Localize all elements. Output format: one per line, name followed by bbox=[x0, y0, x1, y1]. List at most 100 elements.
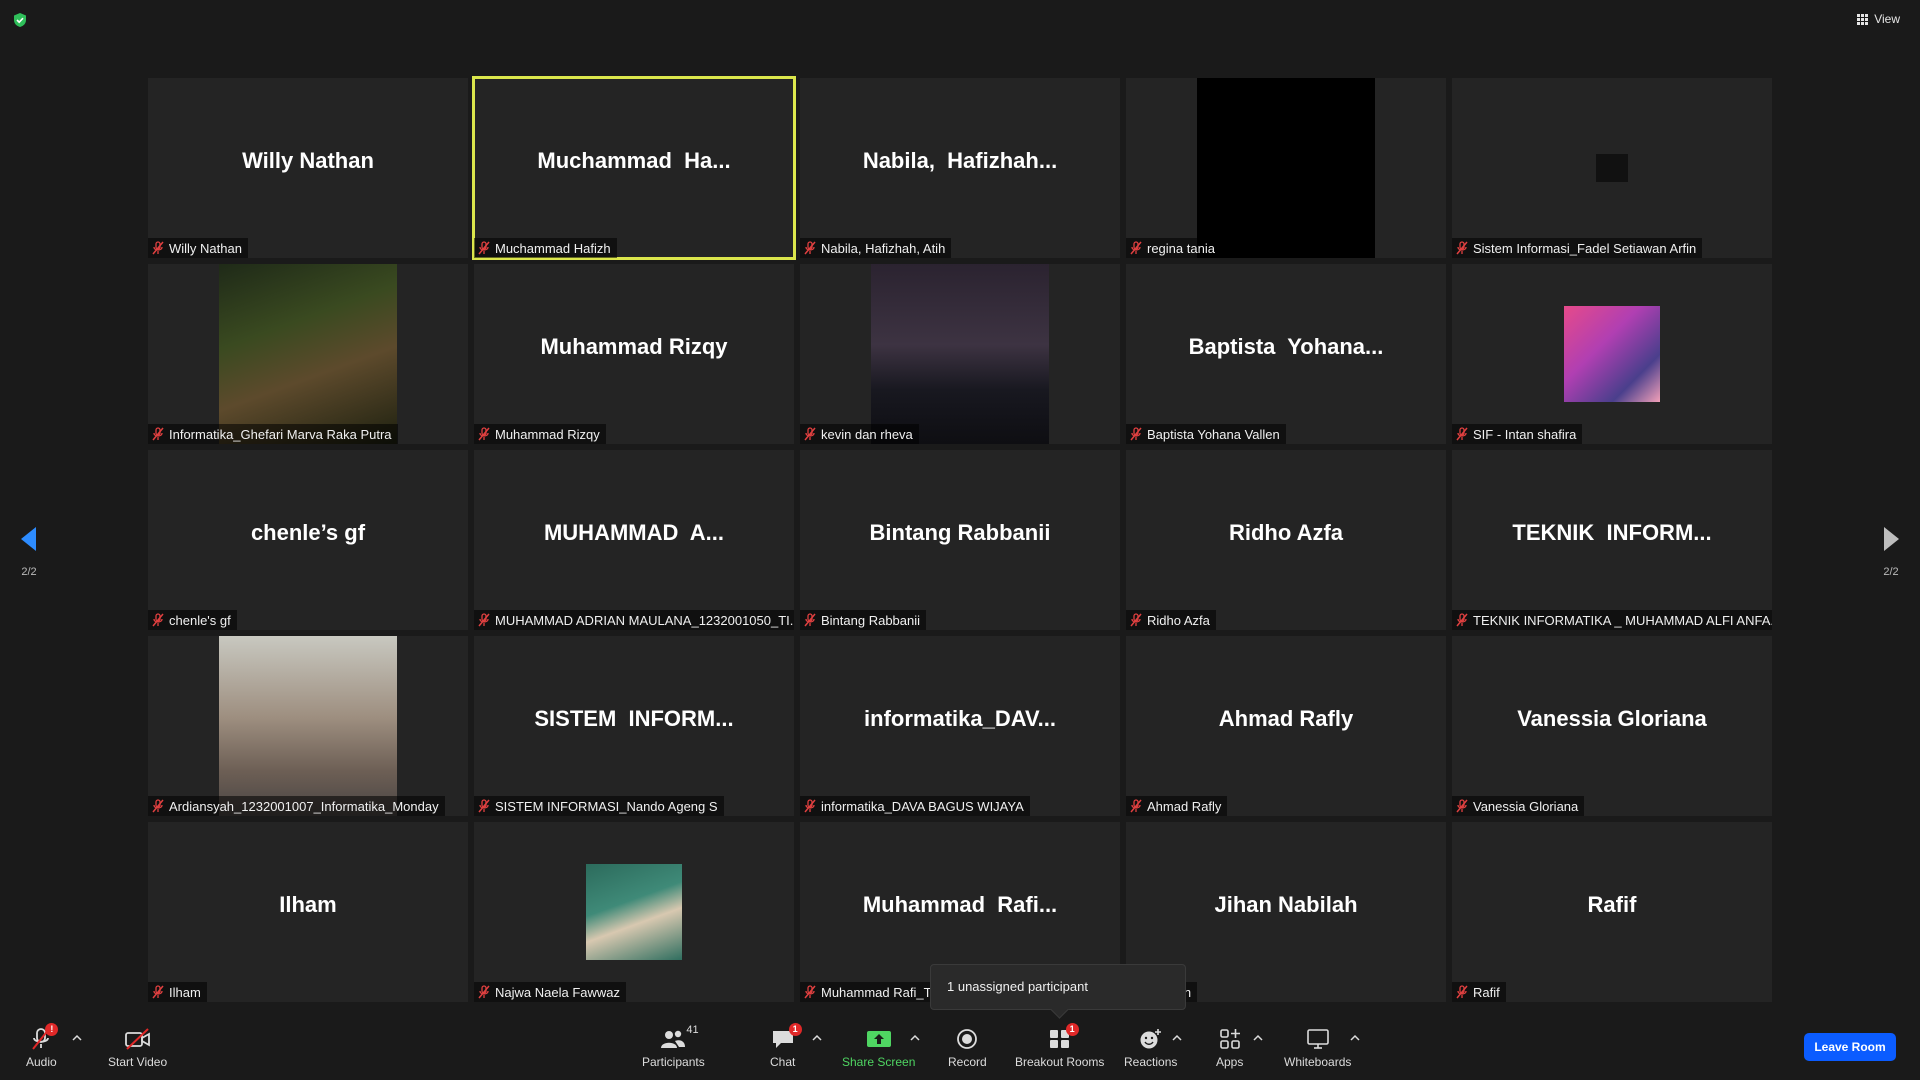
participant-tile[interactable]: Willy Nathan Willy Nathan bbox=[148, 78, 468, 258]
reactions-label: Reactions bbox=[1124, 1055, 1178, 1069]
muted-mic-icon bbox=[1456, 985, 1468, 999]
muted-mic-icon bbox=[804, 985, 816, 999]
gallery-grid-icon bbox=[1857, 13, 1869, 25]
participant-name-tag: Ilham bbox=[148, 982, 207, 1002]
participant-tile[interactable]: Ilham Ilham bbox=[148, 822, 468, 1002]
apps-button[interactable]: Apps bbox=[1216, 1026, 1243, 1069]
muted-mic-icon bbox=[478, 613, 490, 627]
participant-display-name: Rafif bbox=[1587, 892, 1637, 917]
share-screen-button[interactable]: Share Screen bbox=[842, 1026, 915, 1069]
participant-tile[interactable]: chenle’s gf chenle's gf bbox=[148, 450, 468, 630]
view-button[interactable]: View bbox=[1857, 12, 1900, 26]
participant-tile[interactable]: Najwa Naela Fawwaz bbox=[474, 822, 794, 1002]
participant-name: Bintang Rabbanii bbox=[821, 612, 921, 628]
participant-tile[interactable]: regina tania bbox=[1126, 78, 1446, 258]
participant-name: chenle's gf bbox=[169, 612, 231, 628]
muted-mic-icon bbox=[478, 427, 490, 441]
participant-tile[interactable]: Sistem Informasi_Fadel Setiawan Arfin bbox=[1452, 78, 1772, 258]
start-video-button[interactable]: Start Video bbox=[108, 1026, 167, 1069]
participant-video bbox=[871, 264, 1049, 444]
whiteboards-button[interactable]: Whiteboards bbox=[1284, 1026, 1351, 1069]
reactions-button[interactable]: Reactions bbox=[1124, 1026, 1177, 1069]
muted-mic-icon bbox=[152, 799, 164, 813]
participant-tile[interactable]: Muhammad Rizqy Muhammad Rizqy bbox=[474, 264, 794, 444]
participant-tile[interactable]: informatika_DAV... informatika_DAVA BAGUS… bbox=[800, 636, 1120, 816]
audio-button[interactable]: ! Audio bbox=[26, 1023, 59, 1069]
muted-mic-icon bbox=[804, 241, 816, 255]
participant-name: Muchammad Hafizh bbox=[495, 240, 611, 256]
chat-label: Chat bbox=[770, 1055, 796, 1069]
muted-mic-icon bbox=[478, 985, 490, 999]
participant-display-name: TEKNIK INFORM... bbox=[1512, 520, 1712, 545]
chat-options-caret-icon[interactable] bbox=[812, 1034, 822, 1042]
whiteboards-label: Whiteboards bbox=[1284, 1055, 1352, 1069]
participant-tile[interactable]: Baptista Yohana... Baptista Yohana Vallen bbox=[1126, 264, 1446, 444]
muted-mic-icon bbox=[1130, 241, 1142, 255]
muted-mic-icon bbox=[1130, 427, 1142, 441]
participant-video bbox=[219, 264, 397, 444]
participant-tile[interactable]: Ardiansyah_1232001007_Informatika_Monday bbox=[148, 636, 468, 816]
participant-name-tag: Baptista Yohana Vallen bbox=[1126, 424, 1286, 444]
reactions-options-caret-icon[interactable] bbox=[1172, 1034, 1182, 1042]
participant-tile[interactable]: Ridho Azfa Ridho Azfa bbox=[1126, 450, 1446, 630]
participant-name-tag: Ardiansyah_1232001007_Informatika_Monday bbox=[148, 796, 445, 816]
participant-name: SISTEM INFORMASI_Nando Ageng S bbox=[495, 798, 718, 814]
participant-video bbox=[1197, 78, 1375, 258]
breakout-rooms-button[interactable]: 1 Breakout Rooms bbox=[1015, 1023, 1105, 1069]
meeting-toolbar: ! Audio Start Video 41 Participants 1 Ch… bbox=[0, 1020, 1920, 1080]
muted-mic-icon bbox=[804, 613, 816, 627]
participant-tile[interactable]: SISTEM INFORM... SISTEM INFORMASI_Nando A… bbox=[474, 636, 794, 816]
whiteboards-options-caret-icon[interactable] bbox=[1350, 1034, 1360, 1042]
participant-name: Vanessia Gloriana bbox=[1473, 798, 1579, 814]
audio-options-caret-icon[interactable] bbox=[72, 1034, 82, 1042]
video-off-icon bbox=[124, 1028, 150, 1050]
participant-tile[interactable]: Muchammad Ha... Muchammad Hafizh bbox=[472, 76, 796, 260]
participant-tile[interactable]: Nabila, Hafizhah... Nabila, Hafizhah, Ati… bbox=[800, 78, 1120, 258]
participant-name-tag: TEKNIK INFORMATIKA _ MUHAMMAD ALFI ANFA.… bbox=[1452, 610, 1772, 630]
participant-name: Nabila, Hafizhah, Atih bbox=[821, 240, 946, 256]
participant-name: Ardiansyah_1232001007_Informatika_Monday bbox=[169, 798, 439, 814]
participant-name: TEKNIK INFORMATIKA _ MUHAMMAD ALFI ANFA.… bbox=[1473, 612, 1772, 628]
participant-name-tag: Najwa Naela Fawwaz bbox=[474, 982, 626, 1002]
participant-tile[interactable]: Bintang Rabbanii Bintang Rabbanii bbox=[800, 450, 1120, 630]
participant-display-name: Baptista Yohana... bbox=[1188, 334, 1384, 359]
participant-name: Baptista Yohana Vallen bbox=[1147, 426, 1280, 442]
participant-tile[interactable]: MUHAMMAD A... MUHAMMAD ADRIAN MAULANA_123… bbox=[474, 450, 794, 630]
participants-button[interactable]: 41 Participants bbox=[642, 1024, 705, 1069]
next-page-arrow-icon[interactable] bbox=[1882, 525, 1902, 553]
security-shield-icon[interactable] bbox=[12, 12, 28, 28]
leave-room-button[interactable]: Leave Room bbox=[1804, 1033, 1896, 1061]
participants-count: 41 bbox=[686, 1024, 699, 1036]
page-indicator-left: 2/2 bbox=[21, 566, 37, 578]
participant-tile[interactable]: TEKNIK INFORM... TEKNIK INFORMATIKA _ MUH… bbox=[1452, 450, 1772, 630]
participant-tile[interactable]: SIF - Intan shafira bbox=[1452, 264, 1772, 444]
participant-video bbox=[219, 636, 397, 816]
breakout-rooms-label: Breakout Rooms bbox=[1015, 1055, 1105, 1069]
whiteboard-icon bbox=[1306, 1029, 1329, 1049]
chat-button[interactable]: 1 Chat bbox=[770, 1023, 802, 1069]
share-options-caret-icon[interactable] bbox=[910, 1034, 920, 1042]
apps-options-caret-icon[interactable] bbox=[1253, 1034, 1263, 1042]
participant-name-tag: Rafif bbox=[1452, 982, 1506, 1002]
participant-tile[interactable]: Ahmad Rafly Ahmad Rafly bbox=[1126, 636, 1446, 816]
participant-tile[interactable]: Vanessia Gloriana Vanessia Gloriana bbox=[1452, 636, 1772, 816]
participant-name-tag: Muchammad Hafizh bbox=[474, 238, 617, 258]
participant-video bbox=[1564, 306, 1660, 402]
participant-tile[interactable]: kevin dan rheva bbox=[800, 264, 1120, 444]
participant-name: Ridho Azfa bbox=[1147, 612, 1210, 628]
record-label: Record bbox=[948, 1055, 987, 1069]
participant-name: Najwa Naela Fawwaz bbox=[495, 984, 620, 1000]
muted-mic-icon bbox=[152, 613, 164, 627]
participant-tile[interactable]: Rafif Rafif bbox=[1452, 822, 1772, 1002]
record-button[interactable]: Record bbox=[948, 1026, 987, 1069]
participant-display-name: Ilham bbox=[279, 892, 337, 917]
participant-display-name: informatika_DAV... bbox=[864, 706, 1056, 731]
participant-display-name: Nabila, Hafizhah... bbox=[862, 148, 1058, 173]
previous-page-arrow-icon[interactable] bbox=[18, 525, 38, 553]
participant-tile[interactable]: Informatika_Ghefari Marva Raka Putra bbox=[148, 264, 468, 444]
participant-name-tag: regina tania bbox=[1126, 238, 1221, 258]
participant-name-tag: chenle's gf bbox=[148, 610, 237, 630]
participant-display-name: Ahmad Rafly bbox=[1218, 706, 1354, 731]
participants-label: Participants bbox=[642, 1055, 705, 1069]
muted-mic-icon bbox=[478, 241, 490, 255]
